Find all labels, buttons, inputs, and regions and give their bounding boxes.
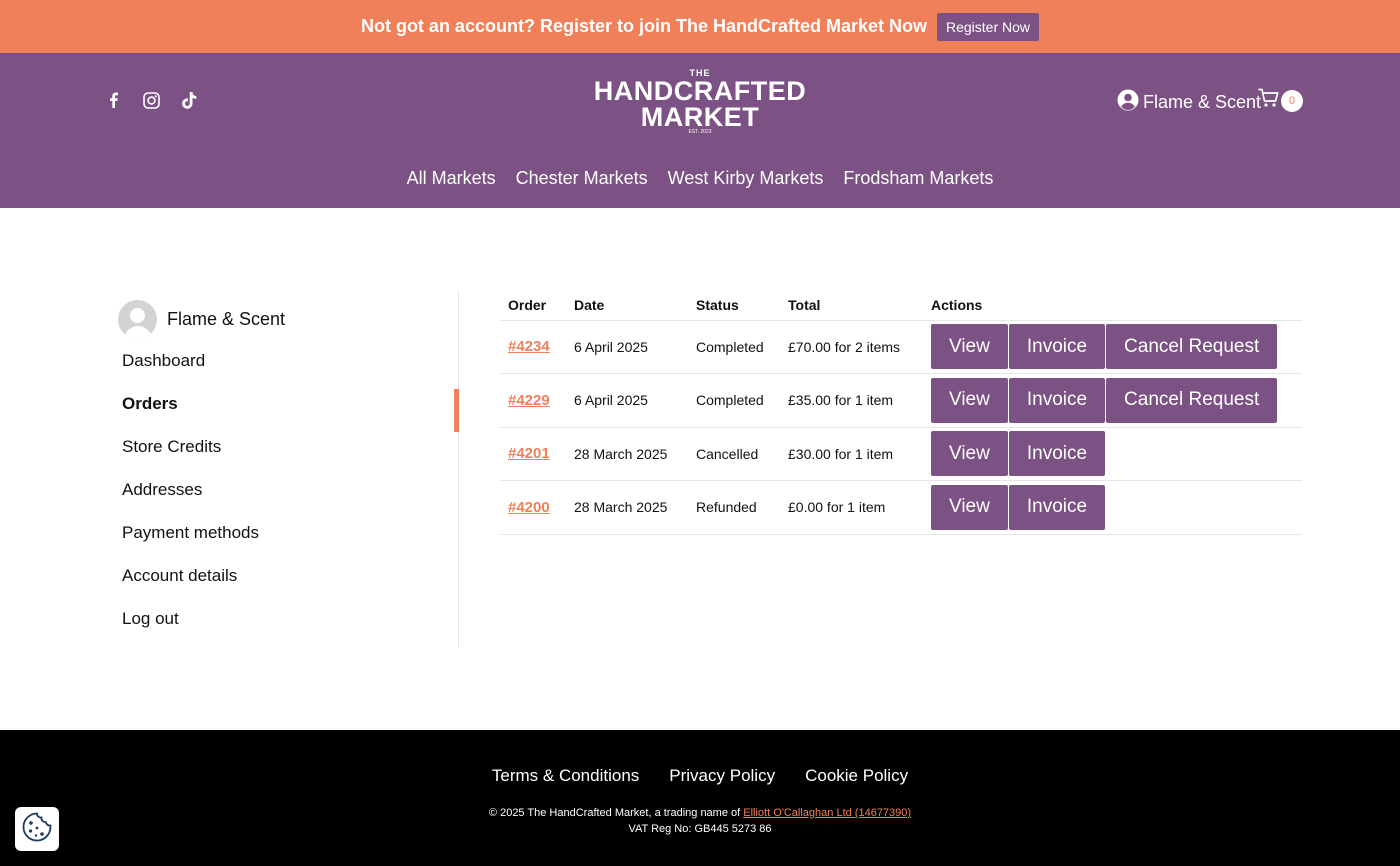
account-name: Flame & Scent <box>1143 92 1262 112</box>
facebook-icon[interactable] <box>104 91 122 109</box>
account-sidebar: Flame & Scent Dashboard Orders Store Cre… <box>118 290 459 647</box>
nav-all-markets[interactable]: All Markets <box>407 168 496 189</box>
col-status: Status <box>688 290 780 321</box>
invoice-button[interactable]: Invoice <box>1008 324 1106 370</box>
footer-cookie-link[interactable]: Cookie Policy <box>805 766 908 786</box>
order-date: 28 March 2025 <box>566 427 688 481</box>
view-button[interactable]: View <box>931 431 1008 477</box>
invoice-button[interactable]: Invoice <box>1008 484 1106 530</box>
register-now-button[interactable]: Register Now <box>937 12 1040 41</box>
account-menu: Dashboard Orders Store Credits Addresses… <box>118 339 458 640</box>
footer-terms-link[interactable]: Terms & Conditions <box>492 766 639 786</box>
cancel-request-button[interactable]: Cancel Request <box>1106 324 1278 370</box>
logo-est: EST. 2023 <box>688 129 712 135</box>
instagram-icon[interactable] <box>142 91 160 109</box>
sidebar-item-addresses[interactable]: Addresses <box>118 468 458 511</box>
order-status: Completed <box>688 373 780 428</box>
sidebar-user-name: Flame & Scent <box>167 308 286 329</box>
table-row: #4234 6 April 2025 Completed £70.00 for … <box>500 320 1302 374</box>
view-button[interactable]: View <box>931 324 1008 370</box>
nav-west-kirby-markets[interactable]: West Kirby Markets <box>668 168 824 189</box>
view-button[interactable]: View <box>931 377 1008 423</box>
order-link[interactable]: #4201 <box>508 445 550 462</box>
table-row: #4200 28 March 2025 Refunded £0.00 for 1… <box>500 480 1302 535</box>
main-nav: All Markets Chester Markets West Kirby M… <box>0 168 1400 189</box>
order-link[interactable]: #4200 <box>508 499 550 516</box>
table-header-row: Order Date Status Total Actions <box>500 290 1302 321</box>
order-link[interactable]: #4229 <box>508 392 550 409</box>
order-total: £70.00 for 2 items <box>780 320 923 374</box>
copyright-text: © 2025 The HandCrafted Market, a trading… <box>488 807 741 819</box>
cookie-icon <box>21 811 53 848</box>
sidebar-user: Flame & Scent <box>118 299 458 339</box>
footer-privacy-link[interactable]: Privacy Policy <box>669 766 775 786</box>
order-date: 6 April 2025 <box>566 320 688 374</box>
site-logo[interactable]: THE HANDCRAFTED MARKET EST. 2023 <box>594 69 806 136</box>
col-actions: Actions <box>923 290 1302 321</box>
table-row: #4201 28 March 2025 Cancelled £30.00 for… <box>500 427 1302 481</box>
order-status: Cancelled <box>688 427 780 481</box>
view-button[interactable]: View <box>931 484 1008 530</box>
user-circle-icon <box>1117 89 1139 116</box>
copyright: © 2025 The HandCrafted Market, a trading… <box>0 805 1400 837</box>
register-banner: Not got an account? Register to join The… <box>0 0 1400 53</box>
invoice-button[interactable]: Invoice <box>1008 377 1106 423</box>
orders-section: Order Date Status Total Actions #4234 6 … <box>500 290 1302 535</box>
sidebar-item-store-credits[interactable]: Store Credits <box>118 425 458 468</box>
company-link[interactable]: Elliott O'Callaghan Ltd (14677390) <box>743 807 911 819</box>
order-total: £30.00 for 1 item <box>780 427 923 481</box>
account-link[interactable]: Flame & Scent <box>1117 89 1261 116</box>
logo-handcrafted: HANDCRAFTED <box>593 76 807 106</box>
social-links <box>104 91 198 109</box>
order-status: Completed <box>688 320 780 374</box>
footer-links: Terms & Conditions Privacy Policy Cookie… <box>0 766 1400 786</box>
table-row: #4229 6 April 2025 Completed £35.00 for … <box>500 373 1302 428</box>
order-total: £35.00 for 1 item <box>780 373 923 428</box>
sidebar-item-dashboard[interactable]: Dashboard <box>118 339 458 382</box>
site-footer: Terms & Conditions Privacy Policy Cookie… <box>0 730 1400 866</box>
sidebar-item-payment-methods[interactable]: Payment methods <box>118 511 458 554</box>
sidebar-item-account-details[interactable]: Account details <box>118 554 458 597</box>
sidebar-item-log-out[interactable]: Log out <box>118 597 458 640</box>
col-total: Total <box>780 290 923 321</box>
cart-button[interactable]: 0 <box>1258 88 1303 113</box>
cancel-request-button[interactable]: Cancel Request <box>1106 377 1278 423</box>
cookie-settings-button[interactable] <box>15 807 59 851</box>
col-order: Order <box>500 290 566 321</box>
order-total: £0.00 for 1 item <box>780 480 923 535</box>
orders-table: Order Date Status Total Actions #4234 6 … <box>500 290 1302 535</box>
sidebar-item-orders[interactable]: Orders <box>118 382 458 425</box>
col-date: Date <box>566 290 688 321</box>
tiktok-icon[interactable] <box>180 91 198 109</box>
logo-market: MARKET <box>640 102 760 132</box>
active-indicator <box>454 389 459 432</box>
order-date: 6 April 2025 <box>566 373 688 428</box>
nav-chester-markets[interactable]: Chester Markets <box>516 168 648 189</box>
vat-text: VAT Reg No: GB445 5273 86 <box>628 823 772 835</box>
order-date: 28 March 2025 <box>566 480 688 535</box>
invoice-button[interactable]: Invoice <box>1008 431 1106 477</box>
nav-frodsham-markets[interactable]: Frodsham Markets <box>843 168 993 189</box>
site-header: THE HANDCRAFTED MARKET EST. 2023 Flame &… <box>0 53 1400 208</box>
cart-count-badge: 0 <box>1281 89 1303 112</box>
order-status: Refunded <box>688 480 780 535</box>
avatar <box>118 299 157 339</box>
order-link[interactable]: #4234 <box>508 338 550 355</box>
cart-icon <box>1258 88 1280 113</box>
banner-text: Not got an account? Register to join The… <box>360 16 927 36</box>
